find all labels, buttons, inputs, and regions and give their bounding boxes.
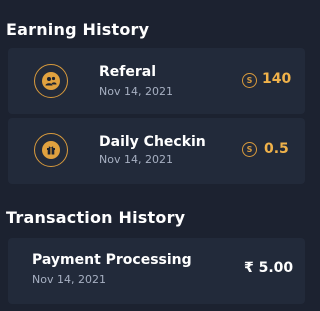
gift-icon <box>34 133 68 167</box>
transaction-history-heading: Transaction History <box>6 208 186 227</box>
transaction-item-amount: ₹ 5.00 <box>244 260 294 276</box>
transaction-item-payment-processing[interactable]: Payment Processing Nov 14, 2021 ₹ 5.00 <box>8 238 305 304</box>
earning-item-amount: 140 <box>262 71 292 87</box>
referral-people-icon <box>34 64 68 98</box>
transaction-item-title: Payment Processing <box>32 252 192 268</box>
earning-item-referal[interactable]: Referal Nov 14, 2021 S 140 <box>8 48 305 114</box>
earning-item-amount: 0.5 <box>264 141 289 157</box>
earning-item-title: Daily Checkin <box>99 134 206 150</box>
coin-icon: S <box>242 142 257 157</box>
earning-item-date: Nov 14, 2021 <box>99 85 173 98</box>
earning-item-title: Referal <box>99 64 157 80</box>
transaction-item-date: Nov 14, 2021 <box>32 273 106 286</box>
earning-item-daily-checkin[interactable]: Daily Checkin Nov 14, 2021 S 0.5 <box>8 118 305 184</box>
earning-history-heading: Earning History <box>6 20 150 39</box>
earning-item-date: Nov 14, 2021 <box>99 153 173 166</box>
coin-icon: S <box>242 73 257 88</box>
earnings-screen: Earning History Referal Nov 14, 2021 S 1… <box>0 0 313 311</box>
